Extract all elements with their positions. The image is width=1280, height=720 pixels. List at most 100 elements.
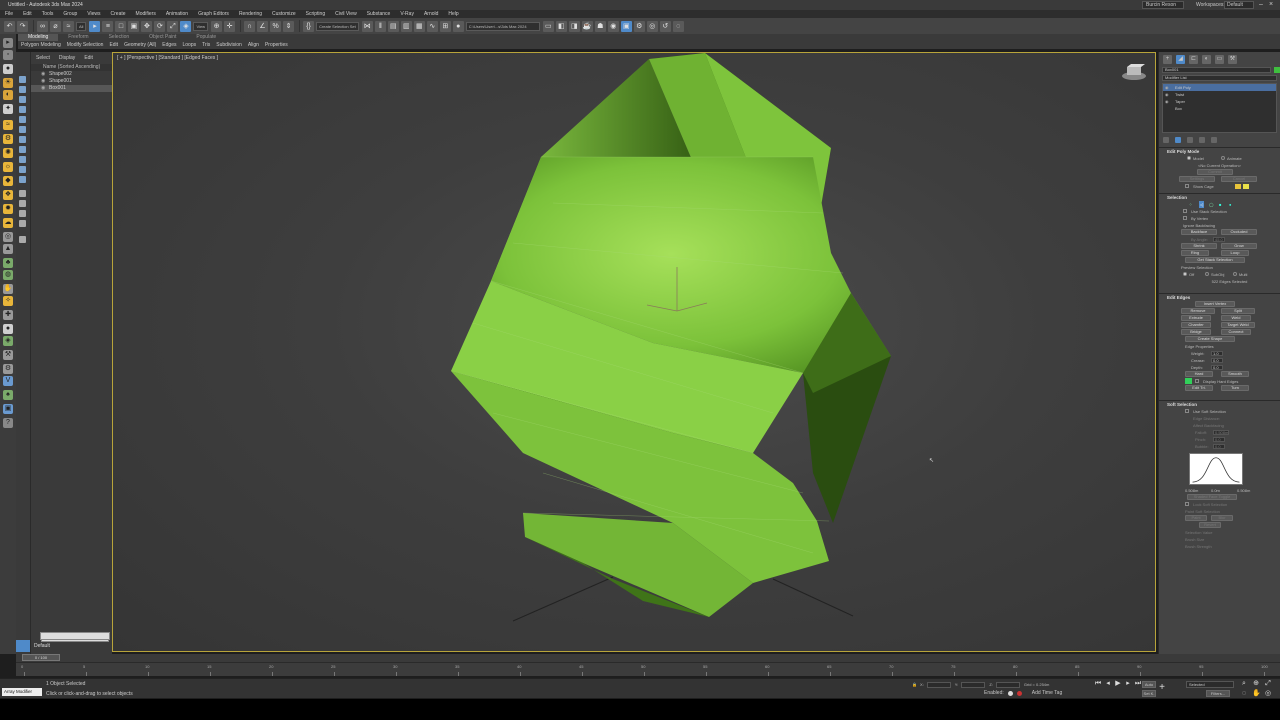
play-icon[interactable]: ▶ bbox=[1114, 680, 1122, 688]
connect-button[interactable]: Connect bbox=[1221, 329, 1251, 335]
set-key-button[interactable]: Set K. bbox=[1142, 690, 1156, 697]
enabled-toggle-icon[interactable] bbox=[1007, 690, 1013, 696]
layer-icon[interactable] bbox=[16, 640, 30, 652]
zoom-icon[interactable]: ⌕ bbox=[1240, 680, 1248, 688]
previous-frame-icon[interactable]: ◂ bbox=[1104, 680, 1112, 688]
menu-group[interactable]: Group bbox=[58, 10, 82, 18]
create-shape-button[interactable]: Create Shape bbox=[1185, 336, 1235, 342]
menu-help[interactable]: Help bbox=[443, 10, 463, 18]
z-coordinate-field[interactable] bbox=[995, 681, 1020, 688]
ribbon-edges[interactable]: Edges bbox=[159, 41, 179, 49]
rollout-edit-edges[interactable]: Edit Edges bbox=[1159, 293, 1280, 301]
sky-icon[interactable]: ☁ bbox=[3, 218, 13, 228]
select-none-icon[interactable] bbox=[19, 200, 26, 207]
goto-end-icon[interactable]: ⏭ bbox=[1134, 680, 1142, 688]
vray-render-icon[interactable]: ◎ bbox=[646, 20, 658, 32]
blur-button[interactable]: Blur bbox=[1211, 515, 1233, 521]
hard-edge-color-swatch[interactable] bbox=[1185, 378, 1192, 384]
tab-object-paint[interactable]: Object Paint bbox=[139, 34, 186, 41]
render-iterative-icon[interactable]: ☗ bbox=[594, 20, 606, 32]
pan-icon[interactable]: ✋ bbox=[1252, 690, 1261, 698]
hierarchy-tab-icon[interactable]: ⊏ bbox=[1189, 54, 1198, 64]
window-crossing-icon[interactable]: ▣ bbox=[128, 20, 140, 32]
goto-start-icon[interactable]: ⏮ bbox=[1094, 680, 1102, 688]
spinner-snap-icon[interactable]: ⇕ bbox=[283, 20, 295, 32]
render-setup-icon[interactable]: ◧ bbox=[555, 20, 567, 32]
viewcube-icon[interactable] bbox=[1121, 63, 1147, 81]
filter-containers-icon[interactable] bbox=[19, 166, 26, 173]
filter-frozen-icon[interactable] bbox=[19, 176, 26, 183]
systems-icon[interactable]: ⚙ bbox=[3, 134, 13, 144]
shrink-button[interactable]: Shrink bbox=[1181, 243, 1217, 249]
commit-button[interactable]: Commit bbox=[1197, 169, 1233, 175]
stack-item-taper[interactable]: ◉ Taper bbox=[1163, 98, 1276, 105]
cancel-button[interactable]: Cancel bbox=[1221, 176, 1257, 182]
eye-icon[interactable]: ◉ bbox=[1165, 91, 1169, 98]
sphere-icon[interactable]: ● bbox=[3, 64, 13, 74]
remove-button[interactable]: Remove bbox=[1181, 308, 1215, 314]
vray-frame-buffer-icon[interactable]: ▣ bbox=[620, 20, 632, 32]
lamp-icon[interactable]: ☼ bbox=[3, 162, 13, 172]
rollout-selection[interactable]: Selection bbox=[1159, 193, 1280, 201]
menu-modifiers[interactable]: Modifiers bbox=[131, 10, 161, 18]
compound-icon[interactable]: ❖ bbox=[3, 190, 13, 200]
maximize-viewport-icon[interactable]: ⤢ bbox=[1264, 680, 1272, 688]
box-icon[interactable]: ▫ bbox=[3, 50, 13, 60]
smooth-button[interactable]: Smooth bbox=[1221, 371, 1249, 377]
menu-tools[interactable]: Tools bbox=[37, 10, 59, 18]
filter-cameras-icon[interactable] bbox=[19, 106, 26, 113]
lock-soft-selection-checkbox[interactable] bbox=[1185, 502, 1189, 506]
weight-spinner[interactable]: 1.0 bbox=[1211, 351, 1223, 356]
object-color-swatch[interactable] bbox=[1274, 67, 1280, 73]
explorer-edit-menu[interactable]: Edit bbox=[84, 55, 93, 61]
auto-key-button[interactable]: Auto bbox=[1142, 681, 1156, 688]
project-folder-dropdown[interactable]: C:\Users\User\...s\3ds Max 2024 bbox=[465, 21, 540, 31]
percent-snap-icon[interactable]: % bbox=[270, 20, 282, 32]
use-stack-checkbox[interactable] bbox=[1183, 209, 1187, 213]
undo-icon[interactable]: ↶ bbox=[4, 20, 15, 32]
tab-selection[interactable]: Selection bbox=[99, 34, 140, 41]
menu-edit[interactable]: Edit bbox=[18, 10, 37, 18]
zoom-all-icon[interactable]: ⊕ bbox=[1252, 680, 1260, 688]
rendered-frame-icon[interactable]: ◨ bbox=[568, 20, 580, 32]
use-soft-selection-checkbox[interactable] bbox=[1185, 409, 1189, 413]
falloff-spinner[interactable]: 0.508m bbox=[1213, 430, 1229, 435]
selection-filter-dropdown[interactable]: All bbox=[76, 21, 87, 31]
material-editor-icon[interactable]: ● bbox=[452, 20, 464, 32]
redo-icon[interactable]: ↷ bbox=[17, 20, 28, 32]
stack-item-edit-poly[interactable]: ◉ Edit Poly bbox=[1163, 84, 1276, 91]
named-selection-dropdown[interactable]: Create Selection Set bbox=[316, 21, 359, 31]
target-weld-button[interactable]: Target Weld bbox=[1221, 322, 1255, 328]
paint-button[interactable]: Paint bbox=[1185, 515, 1207, 521]
key-filter-dropdown[interactable]: Selected bbox=[1186, 681, 1234, 688]
make-unique-icon[interactable] bbox=[1187, 136, 1193, 143]
backface-button[interactable]: Backface bbox=[1181, 229, 1217, 235]
bridge-button[interactable]: Bridge bbox=[1181, 329, 1211, 335]
model-radio[interactable] bbox=[1187, 156, 1191, 160]
particles-icon[interactable]: ✺ bbox=[3, 148, 13, 158]
mirror-icon[interactable]: ⋈ bbox=[361, 20, 373, 32]
add-key-icon[interactable]: + bbox=[1158, 683, 1166, 693]
menu-views[interactable]: Views bbox=[82, 10, 105, 18]
extrude-button[interactable]: Extrude bbox=[1181, 315, 1211, 321]
vray-cloud-icon[interactable]: ◌ bbox=[672, 20, 684, 32]
time-slider[interactable]: 0 / 100 bbox=[16, 654, 1280, 662]
menu-animation[interactable]: Animation bbox=[161, 10, 193, 18]
explorer-item-box001[interactable]: ◉ Box001 bbox=[31, 85, 112, 92]
light-icon[interactable]: ☀ bbox=[3, 78, 13, 88]
preview-off-radio[interactable] bbox=[1183, 272, 1187, 276]
filter-lights-icon[interactable] bbox=[19, 96, 26, 103]
preview-multi-radio[interactable] bbox=[1233, 272, 1237, 276]
edge-icon[interactable]: ◁ bbox=[1199, 201, 1205, 208]
material-sphere-icon[interactable]: ● bbox=[3, 324, 13, 334]
toggle-scene-explorer-icon[interactable]: ▤ bbox=[387, 20, 399, 32]
visibility-eye-icon[interactable]: ◉ bbox=[41, 85, 49, 92]
spacewarp-icon[interactable]: ≈ bbox=[3, 120, 13, 130]
reference-coordinate-dropdown[interactable]: View bbox=[193, 21, 209, 31]
create-tab-icon[interactable]: + bbox=[1163, 54, 1172, 64]
stack-item-box[interactable]: Box bbox=[1163, 105, 1276, 112]
split-button[interactable]: Split bbox=[1221, 308, 1255, 314]
layer-name[interactable]: Default bbox=[34, 643, 50, 649]
stack-item-twist[interactable]: ◉ Twist bbox=[1163, 91, 1276, 98]
get-stack-selection-button[interactable]: Get Stack Selection bbox=[1185, 257, 1245, 263]
